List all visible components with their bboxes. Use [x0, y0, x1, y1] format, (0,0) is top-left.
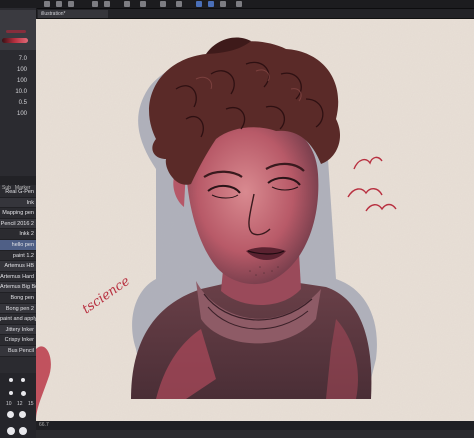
property-value[interactable]: 7.0 — [0, 54, 36, 64]
brush-item[interactable]: Pencil 2016 2 — [0, 218, 36, 230]
brush-size-dot[interactable] — [7, 427, 15, 435]
top-toolbar — [0, 0, 474, 9]
brush-item[interactable]: Artemus HB — [0, 261, 36, 272]
brush-item[interactable]: Ink — [0, 197, 36, 209]
left-panel: 7.0 100 100 10.0 0.5 100 Sub Marker Real G-Pen… — [0, 8, 37, 438]
artwork: tscience — [36, 19, 474, 421]
color-icon[interactable] — [236, 1, 242, 7]
brush-size-dot[interactable] — [9, 378, 13, 382]
property-value[interactable]: 10.0 — [0, 87, 36, 97]
brush-item[interactable]: Bus Pencil — [0, 345, 36, 357]
brush-size-dot[interactable] — [7, 411, 14, 418]
save-icon[interactable] — [68, 1, 74, 7]
zoom-level[interactable]: 66.7 — [39, 422, 49, 428]
undo-icon[interactable] — [92, 1, 98, 7]
brush-item[interactable]: Crispy Inker — [0, 335, 36, 346]
brush-stroke-preview — [2, 38, 28, 43]
brush-stroke-preview — [6, 30, 26, 33]
brush-size-dot[interactable] — [19, 411, 26, 418]
document-tab[interactable]: illustration* — [38, 10, 108, 18]
brush-item[interactable]: paint and apply — [0, 314, 36, 325]
brush-item[interactable]: Inkk 2 — [0, 229, 36, 240]
transform-icon[interactable] — [140, 1, 146, 7]
clear-icon[interactable] — [124, 1, 130, 7]
special-ruler-snap-icon[interactable] — [208, 1, 214, 7]
brush-size-dot[interactable] — [21, 391, 26, 396]
brush-size-label: 12 — [17, 401, 23, 407]
property-value[interactable]: 100 — [0, 65, 36, 75]
property-value[interactable]: 100 — [0, 76, 36, 86]
brush-item[interactable]: Artemus Big Boy — [0, 282, 36, 293]
ruler-snap-icon[interactable] — [196, 1, 202, 7]
property-value[interactable]: 100 — [0, 109, 36, 119]
canvas[interactable]: tscience — [36, 19, 474, 421]
brush-size-panel: 10 12 15 — [0, 373, 36, 438]
subtool-tabs: Sub Marker — [0, 176, 36, 191]
brush-item[interactable]: Real G-Pen — [0, 187, 36, 198]
brush-size-label: 15 — [28, 401, 34, 407]
brush-item[interactable]: Bong pen 2 — [0, 303, 36, 315]
brush-size-label: 10 — [6, 401, 12, 407]
property-value[interactable]: 0.5 — [0, 98, 36, 108]
brush-item[interactable]: Jittery Inker — [0, 324, 36, 336]
fill-icon[interactable] — [160, 1, 166, 7]
new-file-icon[interactable] — [44, 1, 50, 7]
brush-size-dot[interactable] — [9, 391, 13, 395]
brush-item[interactable]: hello pen — [0, 239, 36, 251]
open-file-icon[interactable] — [56, 1, 62, 7]
brush-item[interactable]: paint 1.2 — [0, 251, 36, 262]
brush-list: Real G-Pen Ink Mapping pen Pencil 2016 2 Ink… — [0, 187, 36, 357]
redo-icon[interactable] — [104, 1, 110, 7]
brush-item[interactable]: Artemus Hard — [0, 272, 36, 283]
status-bar: 66.7 — [36, 421, 474, 430]
brush-item[interactable]: Mapping pen — [0, 208, 36, 219]
brush-item[interactable]: Bong pen — [0, 293, 36, 304]
brush-size-dot[interactable] — [19, 427, 27, 435]
document-tab-bar: illustration* — [36, 9, 474, 19]
brush-preview — [0, 10, 36, 50]
grid-snap-icon[interactable] — [220, 1, 226, 7]
brush-size-dot[interactable] — [21, 378, 25, 382]
deselect-icon[interactable] — [176, 1, 182, 7]
